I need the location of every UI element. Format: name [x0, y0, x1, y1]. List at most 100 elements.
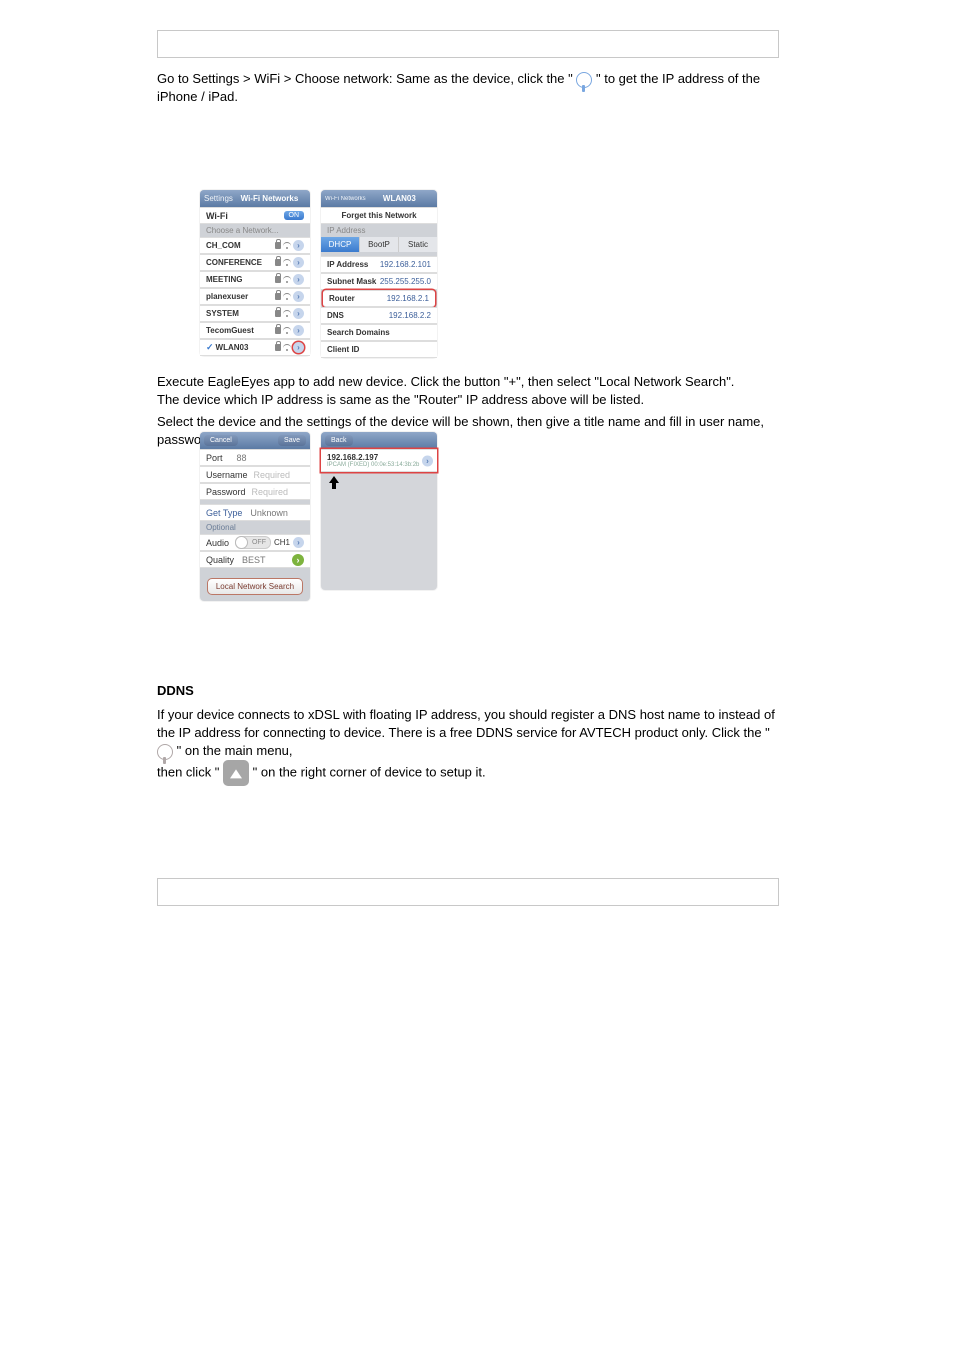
network-name: CONFERENCE — [206, 258, 262, 267]
password-label: Password — [206, 487, 246, 497]
wifi-on-pill[interactable]: ON — [284, 211, 305, 220]
detail-disclosure-icon[interactable]: › — [293, 257, 304, 268]
search-result-screenshot: Back 192.168.2.197 IPCAM (FIXED) 00:0e:5… — [321, 432, 437, 590]
detail-disclosure-icon[interactable]: › — [293, 342, 304, 353]
local-network-search-button[interactable]: Local Network Search — [207, 578, 304, 595]
password-placeholder: Required — [252, 487, 289, 497]
detail-label: Search Domains — [327, 328, 390, 337]
wifi-network-row[interactable]: TecomGuest › — [200, 322, 310, 339]
detail-disclosure-icon[interactable]: › — [293, 291, 304, 302]
network-name: TecomGuest — [206, 326, 254, 335]
cancel-button[interactable]: Cancel — [204, 435, 238, 446]
tab-dhcp[interactable]: DHCP — [321, 237, 360, 252]
network-name: MEETING — [206, 275, 242, 284]
ip-section-label: IP Address — [321, 224, 437, 237]
nav-back[interactable]: Wi-Fi Networks — [325, 196, 366, 202]
chevron-right-icon[interactable]: › — [292, 554, 304, 566]
wifi-signal-icon — [283, 310, 291, 318]
tab-static[interactable]: Static — [399, 237, 437, 252]
nav-title: WLAN03 — [366, 194, 433, 203]
audio-toggle[interactable]: OFF — [235, 536, 271, 549]
ddns-l2a: then click " — [157, 764, 219, 779]
ddns-title: DDNS — [157, 683, 194, 698]
lock-icon — [275, 293, 281, 300]
wifi-networks-screenshot: Settings Wi-Fi Networks Wi-Fi ON Choose … — [200, 190, 310, 356]
network-detail-screenshot: Wi-Fi Networks WLAN03 Forget this Networ… — [321, 190, 437, 358]
chevron-right-icon[interactable]: › — [422, 455, 433, 466]
chevron-right-icon[interactable]: › — [293, 537, 304, 548]
gettype-row[interactable]: Get Type Unknown — [200, 504, 310, 521]
ip-detail-row: Router 192.168.2.1 — [323, 290, 435, 307]
ddns-l1c: " on the main menu, — [177, 743, 293, 758]
ip-detail-row: Subnet Mask255.255.255.0 — [321, 273, 437, 290]
mid-p1a: Execute EagleEyes app to add new device.… — [157, 373, 779, 391]
wifi-network-row[interactable]: planexuser › — [200, 288, 310, 305]
username-row[interactable]: Username Required — [200, 466, 310, 483]
wifi-network-row[interactable]: SYSTEM› — [200, 305, 310, 322]
audio-channel: CH1 — [274, 538, 290, 547]
wifi-network-row[interactable]: ✓WLAN03 › — [200, 339, 310, 356]
detail-label: Client ID — [327, 345, 359, 354]
username-placeholder: Required — [254, 470, 291, 480]
audio-row[interactable]: Audio OFF CH1 › — [200, 534, 310, 551]
tab-bootp[interactable]: BootP — [360, 237, 399, 252]
quality-row[interactable]: Quality BEST › — [200, 551, 310, 568]
checkmark-icon: ✓ — [206, 342, 214, 353]
header-divider — [157, 30, 779, 58]
wifi-label: Wi-Fi — [206, 211, 228, 221]
lock-icon — [275, 276, 281, 283]
password-row[interactable]: Password Required — [200, 483, 310, 500]
wifi-signal-icon — [283, 293, 291, 301]
lock-icon — [275, 327, 281, 334]
save-button[interactable]: Save — [278, 435, 306, 446]
detail-disclosure-icon — [157, 744, 173, 760]
wifi-signal-icon — [283, 242, 291, 250]
detail-value: 192.168.2.1 — [387, 294, 429, 303]
port-row[interactable]: Port 88 — [200, 449, 310, 466]
mid-p1b: The device which IP address is same as t… — [157, 391, 779, 409]
detail-disclosure-icon[interactable]: › — [293, 274, 304, 285]
wifi-network-row[interactable]: CH_COM › — [200, 237, 310, 254]
wifi-signal-icon — [283, 344, 291, 352]
ddns-l2b: " on the right corner of device to setup… — [253, 764, 486, 779]
lock-icon — [275, 242, 281, 249]
detail-label: IP Address — [327, 260, 368, 269]
detail-disclosure-icon[interactable]: › — [293, 240, 304, 251]
found-device-row[interactable]: 192.168.2.197 IPCAM (FIXED) 00:0e:53:14:… — [321, 449, 437, 472]
gettype-label: Get Type — [206, 508, 242, 518]
back-button[interactable]: Back — [325, 435, 353, 446]
network-name: planexuser — [206, 292, 248, 301]
wifi-signal-icon — [283, 327, 291, 335]
nav-back[interactable]: Settings — [204, 194, 233, 203]
ip-detail-row: Client ID — [321, 341, 437, 358]
wifi-signal-icon — [283, 259, 291, 267]
forget-network-label: Forget this Network — [341, 211, 416, 220]
ip-detail-row: DNS192.168.2.2 — [321, 307, 437, 324]
detail-label: Subnet Mask — [327, 277, 376, 286]
found-ip: 192.168.2.197 — [327, 453, 378, 462]
port-label: Port — [206, 453, 223, 463]
nav-title: Wi-Fi Networks — [233, 194, 306, 203]
paper-plane-icon — [223, 760, 249, 786]
detail-label: DNS — [327, 311, 344, 320]
optional-label: Optional — [200, 521, 310, 534]
detail-disclosure-icon[interactable]: › — [293, 325, 304, 336]
lock-icon — [275, 310, 281, 317]
wifi-toggle-row[interactable]: Wi-Fi ON — [200, 207, 310, 224]
detail-disclosure-icon[interactable]: › — [293, 308, 304, 319]
detail-value: 192.168.2.101 — [380, 260, 431, 269]
ip-detail-row: IP Address 192.168.2.101 — [321, 256, 437, 273]
network-name: WLAN03 — [216, 343, 249, 352]
intro-text-a: Go to Settings > WiFi > Choose network: … — [157, 71, 573, 86]
forget-network-button[interactable]: Forget this Network — [321, 207, 437, 224]
gettype-value: Unknown — [250, 508, 288, 518]
ip-mode-tabs[interactable]: DHCP BootP Static — [321, 237, 437, 252]
lock-icon — [275, 259, 281, 266]
network-name: CH_COM — [206, 241, 241, 250]
detail-label: Router — [329, 294, 355, 303]
quality-label: Quality — [206, 555, 234, 565]
wifi-network-row[interactable]: MEETING › — [200, 271, 310, 288]
detail-disclosure-icon — [576, 72, 592, 88]
found-sub: IPCAM (FIXED) 00:0e:53:14:3b:2b — [327, 462, 419, 468]
wifi-network-row[interactable]: CONFERENCE › — [200, 254, 310, 271]
